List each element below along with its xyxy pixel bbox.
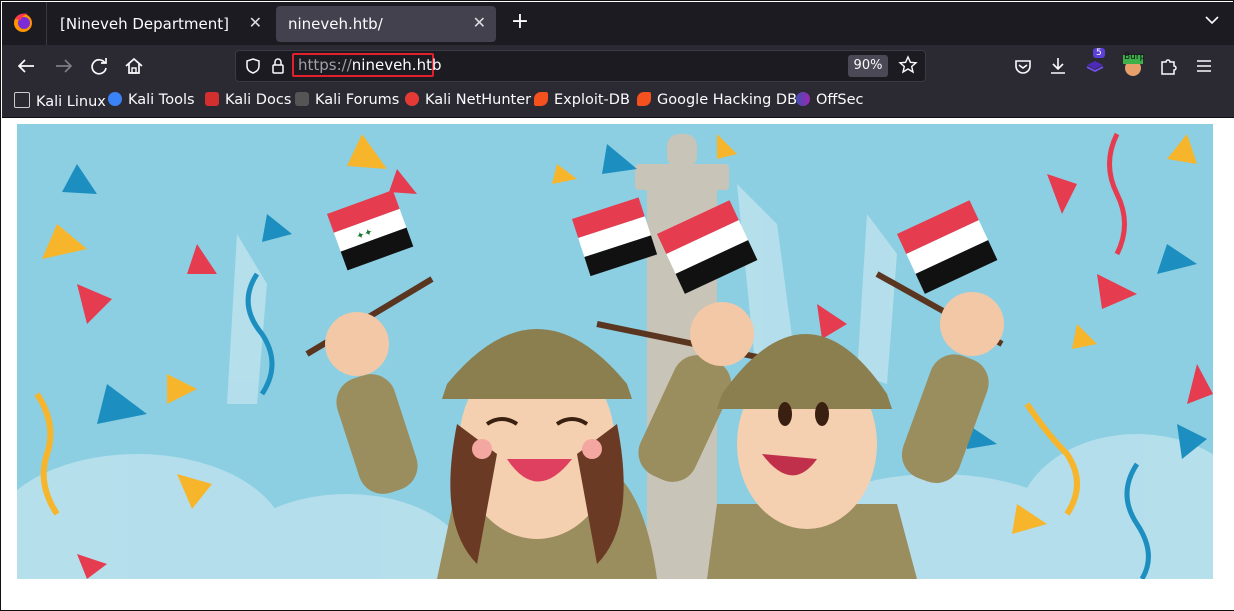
tab-strip: [Nineveh Department] ✕ nineveh.htb/ ✕ +: [2, 2, 1234, 45]
bookmark-google-hacking-db[interactable]: Google Hacking DB: [637, 92, 797, 112]
bookmark-kali-docs[interactable]: Kali Docs: [205, 92, 291, 112]
zoom-level-button[interactable]: 90%: [848, 55, 888, 77]
page-content: ✦✦: [2, 118, 1234, 610]
browser-window: [Nineveh Department] ✕ nineveh.htb/ ✕ +: [0, 0, 1234, 611]
downloads-icon[interactable]: [1045, 53, 1071, 79]
reload-icon[interactable]: [86, 53, 112, 79]
kali-docs-icon: [205, 92, 219, 106]
url-input[interactable]: https://nineveh.htb: [298, 56, 441, 74]
tab-close-icon[interactable]: ✕: [473, 13, 486, 32]
forward-arrow-icon[interactable]: [50, 53, 76, 79]
hamburger-menu-icon[interactable]: [1191, 53, 1217, 79]
tab-title: [Nineveh Department]: [60, 15, 229, 33]
nethunter-icon: [405, 92, 419, 106]
tab-title: nineveh.htb/: [288, 15, 383, 33]
celebration-banner-image: ✦✦: [17, 124, 1213, 579]
back-arrow-icon[interactable]: [14, 53, 40, 79]
tab-nineveh-htb[interactable]: nineveh.htb/ ✕: [276, 6, 496, 42]
address-bar[interactable]: https://nineveh.htb 90%: [235, 50, 926, 82]
bookmark-star-icon[interactable]: [898, 55, 918, 79]
ghdb-icon: [637, 92, 651, 106]
home-icon[interactable]: [121, 53, 147, 79]
bookmark-kali-nethunter[interactable]: Kali NetHunter: [405, 92, 531, 112]
bookmark-kali-tools[interactable]: Kali Tools: [108, 92, 195, 112]
bookmark-exploit-db[interactable]: Exploit-DB: [534, 92, 630, 112]
kali-tools-icon: [108, 92, 122, 106]
extension-shield-icon[interactable]: 5: [1083, 48, 1109, 79]
bookmark-kali-forums[interactable]: Kali Forums: [295, 92, 399, 112]
bookmark-offsec[interactable]: OffSec: [796, 92, 864, 112]
list-all-tabs-icon[interactable]: [1204, 12, 1220, 32]
tracking-shield-icon[interactable]: [244, 57, 262, 75]
extension-badge: 5: [1093, 48, 1105, 58]
kali-dragon-icon: [14, 92, 30, 108]
iraq-celebration-illustration: ✦✦: [17, 124, 1213, 579]
url-host: nineveh.htb: [351, 56, 442, 74]
tab-close-icon[interactable]: ✕: [249, 13, 262, 32]
kali-forums-icon: [295, 92, 309, 106]
firefox-menu-button[interactable]: [2, 2, 47, 45]
burp-proxy-icon[interactable]: Burp: [1120, 52, 1146, 79]
burp-label: Burp: [1124, 52, 1144, 62]
bookmarks-toolbar: Kali Linux Kali Tools Kali Docs Kali For…: [2, 86, 1234, 118]
bookmark-kali-linux[interactable]: Kali Linux: [14, 92, 106, 112]
extensions-puzzle-icon[interactable]: [1155, 53, 1181, 79]
exploit-db-icon: [534, 92, 548, 106]
url-scheme: https://: [298, 56, 352, 74]
pocket-icon[interactable]: [1010, 53, 1036, 79]
firefox-logo-icon: [14, 13, 32, 32]
navigation-toolbar: https://nineveh.htb 90% 5 Burp: [2, 45, 1234, 86]
lock-icon[interactable]: [270, 57, 286, 75]
new-tab-icon[interactable]: +: [508, 10, 532, 34]
offsec-icon: [796, 92, 810, 106]
tab-nineveh-department[interactable]: [Nineveh Department] ✕: [48, 6, 272, 42]
